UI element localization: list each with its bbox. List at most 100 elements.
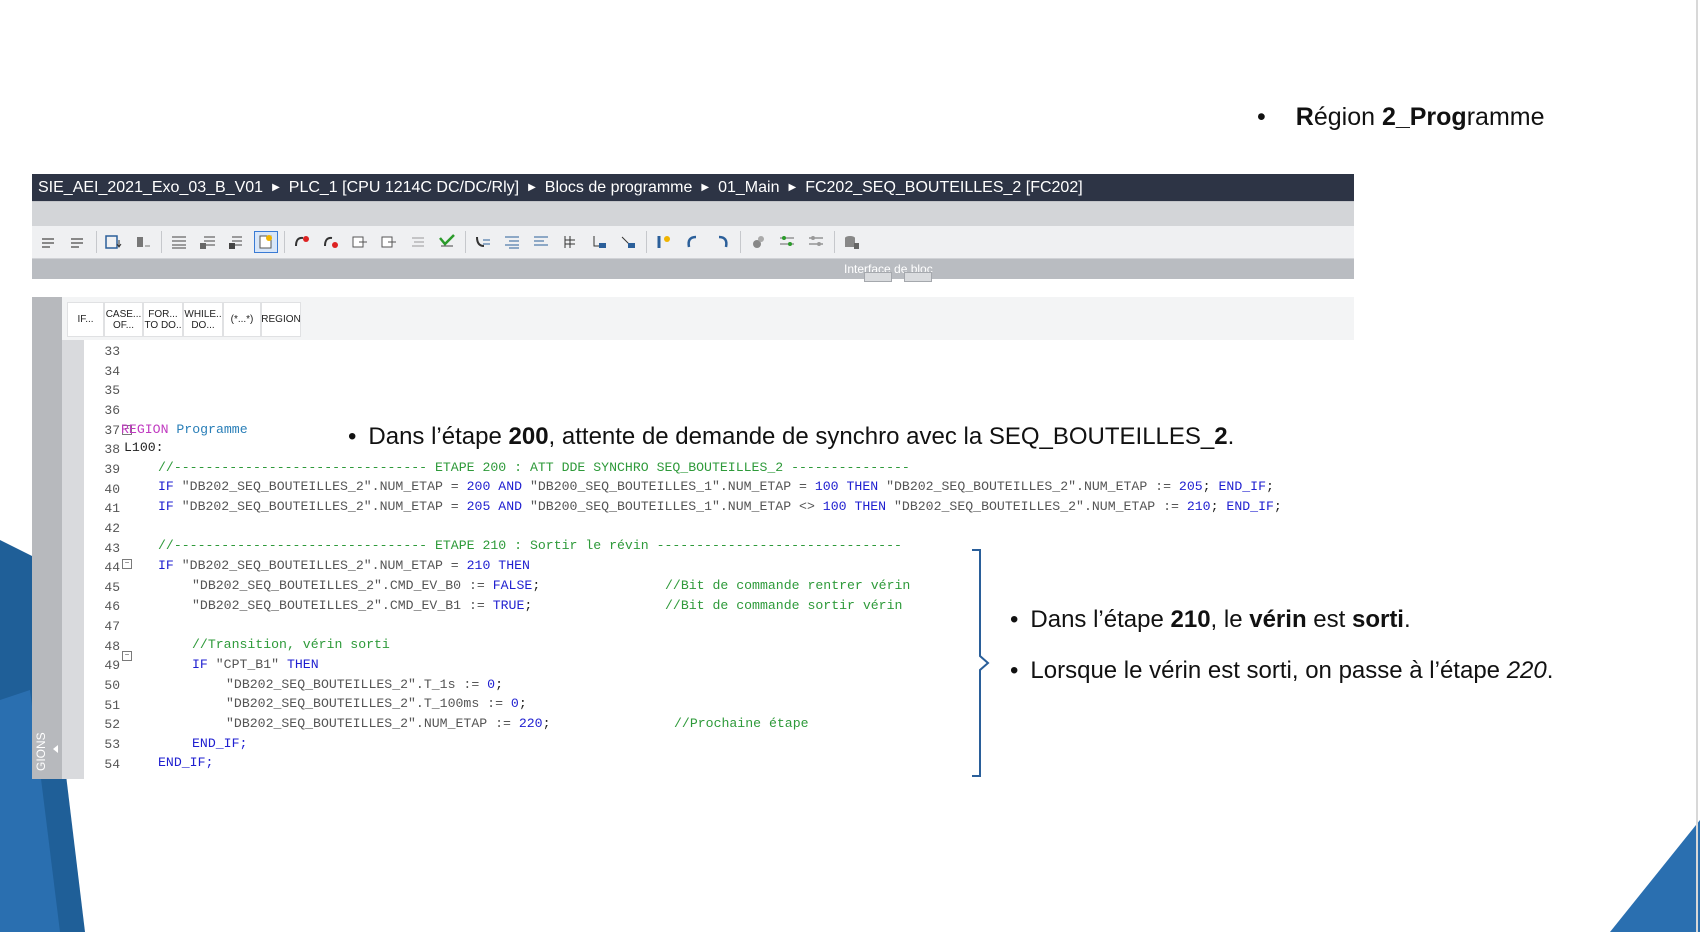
db-icon[interactable] <box>841 232 863 252</box>
align-icon[interactable] <box>501 232 523 252</box>
settings-icon[interactable] <box>776 232 798 252</box>
code-line-46-comment: //Bit de commande sortir vérin <box>665 598 903 613</box>
code-area[interactable]: 33 34 35 36 37 38 39 40 41 42 43 44 45 46 47 48 49 50 51 52… <box>84 340 1354 779</box>
prev-error-icon[interactable] <box>349 232 371 252</box>
editor-toolbar <box>32 226 1354 259</box>
line-number: 34 <box>104 363 120 379</box>
outline-icon[interactable] <box>530 232 552 252</box>
code-line-41: IF "DB202_SEQ_BOUTEILLES_2".NUM_ETAP = 2… <box>158 499 1282 514</box>
editor-gutter <box>62 340 84 779</box>
regions-side-strip[interactable]: GIONS <box>32 297 62 779</box>
code-line-40: IF "DB202_SEQ_BOUTEILLES_2".NUM_ETAP = 2… <box>158 479 1274 494</box>
line-number: 47 <box>104 619 120 635</box>
breadcrumb-item-folder[interactable]: 01_Main <box>718 179 779 197</box>
interface-bar[interactable]: Interface de bloc <box>32 259 1354 282</box>
remove-network-icon[interactable] <box>67 232 89 252</box>
bullet-dot: • <box>1257 103 1266 131</box>
snippet-case[interactable]: CASE... OF... <box>104 302 143 337</box>
code-line-43: //-------------------------------- ETAPE… <box>158 538 902 553</box>
code-line-44: IF "DB202_SEQ_BOUTEILLES_2".NUM_ETAP = 2… <box>158 558 530 573</box>
line-number: 40 <box>104 481 120 497</box>
title-part-1: R <box>1295 103 1314 131</box>
line-number: 36 <box>104 402 120 418</box>
list-icon[interactable] <box>407 232 429 252</box>
breadcrumb-item-plc[interactable]: PLC_1 [CPU 1214C DC/DC/Rly] <box>289 179 519 197</box>
code-line-37: REGION Programme <box>121 422 248 437</box>
line-number: 54 <box>104 756 120 772</box>
check-icon[interactable] <box>436 232 458 252</box>
outdent-icon[interactable] <box>197 232 219 252</box>
snippet-while[interactable]: WHILE.. DO... <box>183 302 223 337</box>
title-part-3: 2_Prog <box>1381 103 1467 131</box>
comment-icon[interactable] <box>226 232 248 252</box>
snippet-region[interactable]: REGION <box>261 302 301 337</box>
bookmark-icon[interactable] <box>254 231 278 253</box>
sync-icon[interactable] <box>682 232 704 252</box>
line-number: 38 <box>104 442 120 458</box>
breadcrumb-item-project[interactable]: SIE_AEI_2021_Exo_03_B_V01 <box>38 179 263 197</box>
monitor-icon[interactable] <box>132 232 154 252</box>
title-band <box>32 201 1354 226</box>
snippet-for[interactable]: FOR... TO DO.. <box>143 302 183 337</box>
code-line-48: //Transition, vérin sorti <box>192 637 390 652</box>
download-block-icon[interactable] <box>103 232 125 252</box>
jump-icon[interactable] <box>559 232 581 252</box>
line-number: 53 <box>104 737 120 752</box>
line-number: 37 <box>104 422 120 438</box>
title-part-2: égion <box>1313 103 1382 131</box>
splitter-grip-left[interactable] <box>864 272 892 282</box>
fold-toggle-icon[interactable]: − <box>122 559 132 569</box>
collapse-arrow-icon[interactable] <box>53 745 58 753</box>
right-corner-shape <box>1610 820 1700 932</box>
next-error-icon[interactable] <box>320 232 342 252</box>
insert-network-icon[interactable] <box>38 232 60 252</box>
breadcrumb-item-block[interactable]: FC202_SEQ_BOUTEILLES_2 [FC202] <box>805 179 1082 197</box>
breadcrumb-arrow-icon: ▶ <box>788 182 797 193</box>
line-number: 42 <box>104 520 120 536</box>
indent-icon[interactable] <box>168 232 190 252</box>
call-icon[interactable] <box>472 232 494 252</box>
line-number: 39 <box>104 461 120 477</box>
breadcrumb-item-blocks[interactable]: Blocs de programme <box>545 179 693 197</box>
note-etape-220: • Lorsque le vérin est sorti, on passe à … <box>1010 657 1554 684</box>
network-icon[interactable] <box>711 232 733 252</box>
line-number: 43 <box>104 540 120 556</box>
go-to-line-icon[interactable] <box>588 232 610 252</box>
splitter-grip-right[interactable] <box>904 272 932 282</box>
code-line-52: "DB202_SEQ_BOUTEILLES_2".NUM_ETAP := 220… <box>226 716 551 731</box>
line-number: 48 <box>104 638 120 654</box>
line-number: 35 <box>104 383 120 399</box>
line-number: 50 <box>104 678 120 694</box>
watch-icon[interactable] <box>747 232 769 252</box>
compare-icon[interactable] <box>378 232 400 252</box>
breadcrumb-arrow-icon: ▶ <box>272 182 280 193</box>
code-line-54: END_IF; <box>158 755 214 770</box>
snippet-bar: IF... CASE... OF... FOR... TO DO.. WHILE..… <box>62 297 1354 341</box>
breadcrumb: SIE_AEI_2021_Exo_03_B_V01 ▶ PLC_1 [CPU 12… <box>32 174 1354 201</box>
code-line-52-comment: //Prochaine étape <box>674 716 809 731</box>
tia-editor-window: SIE_AEI_2021_Exo_03_B_V01 ▶ PLC_1 [CPU 12… <box>32 174 1354 779</box>
snippet-if[interactable]: IF... <box>67 302 104 337</box>
line-number: 44 <box>104 560 120 576</box>
code-line-51: "DB202_SEQ_BOUTEILLES_2".T_100ms := 0; <box>226 696 527 711</box>
line-number: 45 <box>104 579 120 595</box>
code-line-50: "DB202_SEQ_BOUTEILLES_2".T_1s := 0; <box>226 677 503 692</box>
breadcrumb-arrow-icon: ▶ <box>701 182 710 193</box>
fold-toggle-icon[interactable]: − <box>122 651 132 661</box>
regions-side-label: GIONS <box>34 732 48 771</box>
reload-icon[interactable] <box>653 232 675 252</box>
breakpoint-icon[interactable] <box>291 232 313 252</box>
curly-brace <box>972 549 990 777</box>
snippet-comment[interactable]: (*...*) <box>223 302 261 337</box>
code-line-45-comment: //Bit de commande rentrer vérin <box>665 578 911 593</box>
filter-icon[interactable] <box>805 232 827 252</box>
region-title-bullet-item: • Région 2_Programme <box>1257 103 1545 132</box>
note-etape-200: • Dans l’étape 200, attente de demande de… <box>348 423 1235 450</box>
code-editor: GIONS IF... CASE... OF... FOR... TO DO.. W… <box>32 297 1354 779</box>
code-line-38: L100: <box>124 440 164 455</box>
open-icon[interactable] <box>617 232 639 252</box>
line-number: 49 <box>104 658 120 674</box>
code-line-53: END_IF; <box>192 736 248 751</box>
line-number: 52 <box>104 717 120 733</box>
code-line-39: //-------------------------------- ETAPE… <box>158 460 910 475</box>
